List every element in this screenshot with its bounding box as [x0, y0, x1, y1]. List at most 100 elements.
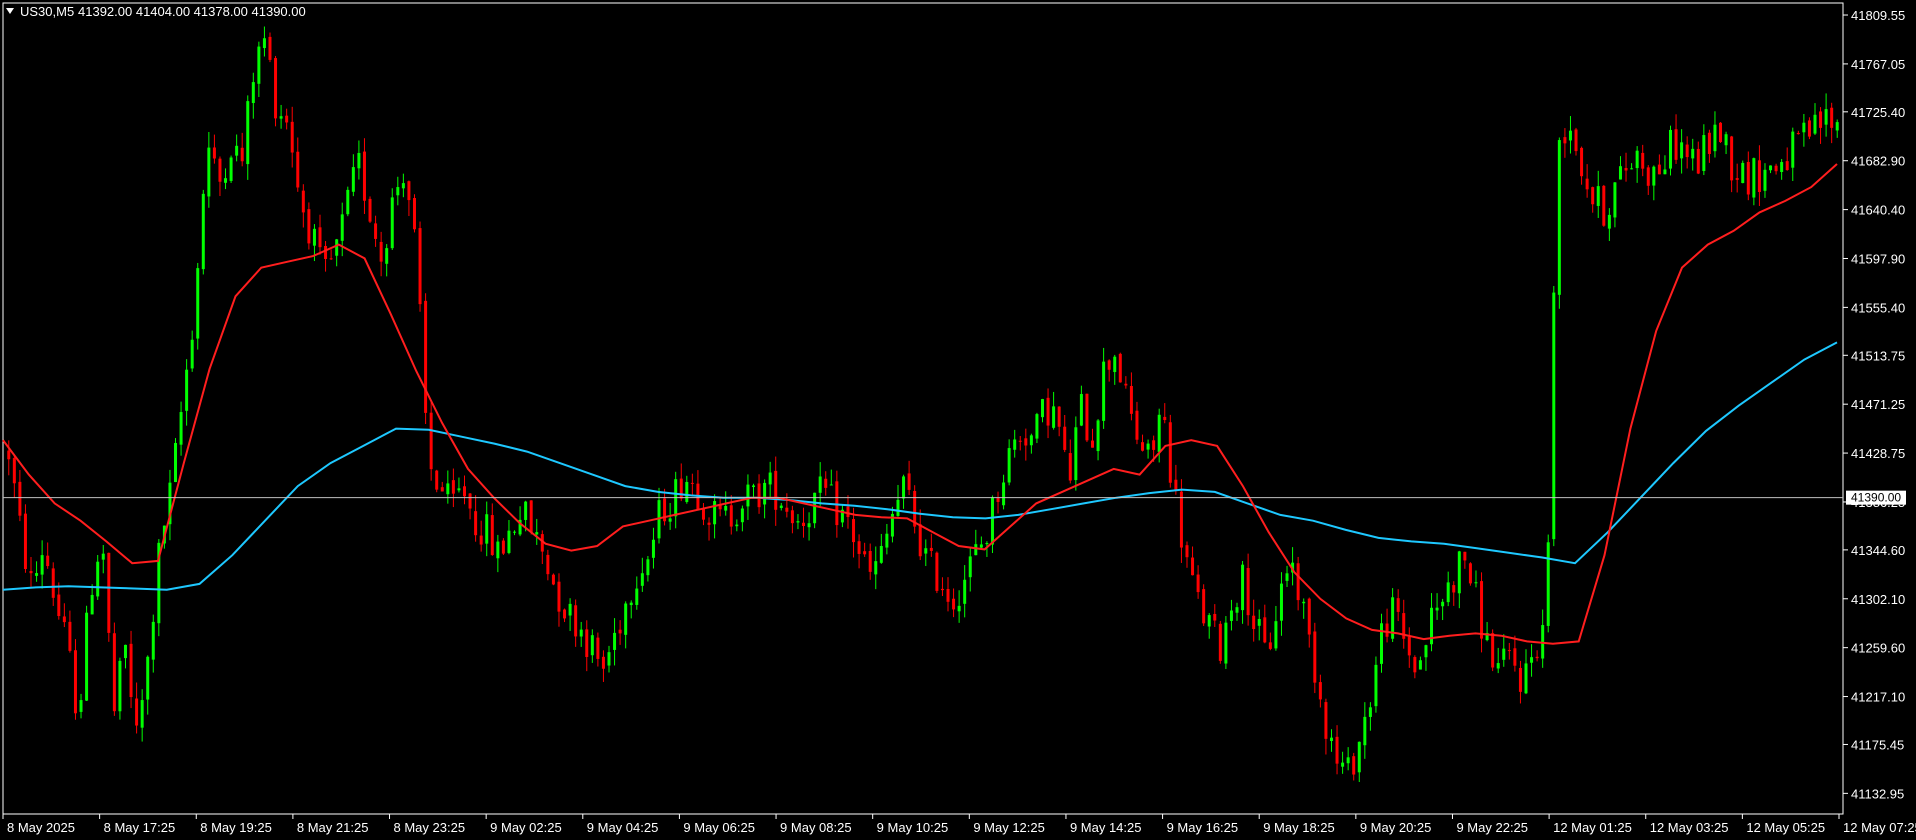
x-tick-label: 9 May 10:25 — [877, 820, 949, 835]
candle-body — [496, 541, 500, 559]
candle-body — [524, 501, 528, 520]
candle-body — [1091, 440, 1095, 448]
candle-body — [1202, 589, 1206, 624]
candle-body — [1196, 574, 1200, 593]
candle-body — [246, 101, 250, 165]
candle-body — [1096, 420, 1100, 452]
candle-body — [390, 197, 394, 249]
candle-body — [196, 268, 200, 339]
candle-body — [1741, 162, 1745, 184]
candle-body — [529, 500, 533, 533]
candle-body — [307, 209, 311, 244]
candle-body — [57, 594, 61, 617]
candle-body — [362, 151, 366, 201]
candle-body — [785, 507, 789, 512]
candle-body — [863, 551, 867, 555]
candle-body — [807, 523, 811, 528]
candle-body — [107, 552, 111, 633]
x-tick-label: 9 May 16:25 — [1167, 820, 1239, 835]
y-tick-label: 41555.40 — [1851, 300, 1905, 315]
chart-window[interactable]: 41809.55 41767.05 41725.40 41682.90 41640.40… — [0, 0, 1916, 840]
candle-body — [1268, 642, 1272, 649]
candle-body — [1129, 385, 1133, 414]
candle-body — [324, 245, 328, 260]
candle-body — [957, 605, 961, 612]
candle-body — [12, 458, 16, 484]
candle-body — [1691, 148, 1695, 159]
candle-body — [1668, 129, 1672, 169]
candlestick-chart[interactable]: 41809.55 41767.05 41725.40 41682.90 41640.40… — [0, 0, 1916, 840]
candle-body — [1819, 111, 1823, 128]
candle-body — [1002, 482, 1006, 506]
candle-body — [1285, 573, 1289, 581]
candle-body — [251, 82, 255, 104]
candle-body — [551, 574, 555, 585]
candle-body — [757, 483, 761, 508]
x-tick-label: 9 May 02:25 — [490, 820, 562, 835]
y-tick-label: 41767.05 — [1851, 57, 1905, 72]
candle-body — [385, 248, 389, 264]
candle-body — [1263, 617, 1267, 643]
candle-body — [485, 514, 489, 544]
candle-body — [1352, 756, 1356, 775]
candle-body — [1457, 551, 1461, 594]
candle-body — [1102, 361, 1106, 421]
candle-body — [1418, 660, 1422, 670]
candle-body — [1446, 582, 1450, 603]
candle-body — [1113, 356, 1117, 373]
candle-body — [96, 561, 100, 597]
candle-body — [1152, 440, 1156, 450]
candle-body — [774, 470, 778, 510]
current-price-tag: 41390.00 — [1846, 490, 1906, 505]
candle-body — [668, 518, 672, 522]
candle-body — [1207, 615, 1211, 627]
candle-body — [1624, 167, 1628, 171]
candle-body — [613, 632, 617, 650]
candle-body — [312, 228, 316, 246]
y-tick-label: 41344.60 — [1851, 543, 1905, 558]
candle-body — [790, 510, 794, 524]
y-tick-label: 41725.40 — [1851, 105, 1905, 120]
candle-body — [1474, 582, 1478, 584]
candle-body — [885, 533, 889, 548]
candle-body — [1730, 136, 1734, 181]
candle-body — [557, 581, 561, 612]
candle-body — [1218, 623, 1222, 661]
candle-body — [146, 656, 150, 700]
candle-body — [1724, 134, 1728, 146]
candle-body — [918, 524, 922, 557]
candle-body — [1324, 702, 1328, 739]
candle-body — [1535, 656, 1539, 659]
candle-body — [690, 482, 694, 484]
x-tick-label: 9 May 06:25 — [683, 820, 755, 835]
candle-body — [507, 530, 511, 553]
candle-body — [1791, 131, 1795, 168]
candle-body — [1546, 542, 1550, 626]
x-tick-label: 12 May 01:25 — [1553, 820, 1632, 835]
candle-body — [418, 228, 422, 305]
candle-body — [1635, 150, 1639, 169]
candle-body — [1780, 162, 1784, 172]
candle-body — [1013, 439, 1017, 450]
candle-body — [1646, 167, 1650, 186]
candle-body — [902, 476, 906, 499]
candle-body — [879, 546, 883, 563]
candle-body — [151, 621, 155, 660]
candle-body — [1652, 166, 1656, 186]
candle-body — [1235, 607, 1239, 613]
candle-body — [1524, 663, 1528, 694]
candle-body — [968, 556, 972, 578]
candle-body — [624, 603, 628, 635]
candle-body — [1346, 757, 1350, 764]
candle-body — [1835, 122, 1839, 131]
candle-body — [412, 198, 416, 230]
candle-body — [1774, 165, 1778, 172]
candle-body — [490, 515, 494, 555]
candle-body — [396, 187, 400, 196]
candle-body — [1374, 664, 1378, 707]
candle-body — [1135, 410, 1139, 440]
candle-body — [357, 152, 361, 169]
candle-body — [740, 508, 744, 523]
chart-title: US30,M5 41392.00 41404.00 41378.00 41390… — [6, 4, 306, 19]
candle-body — [1719, 122, 1723, 143]
